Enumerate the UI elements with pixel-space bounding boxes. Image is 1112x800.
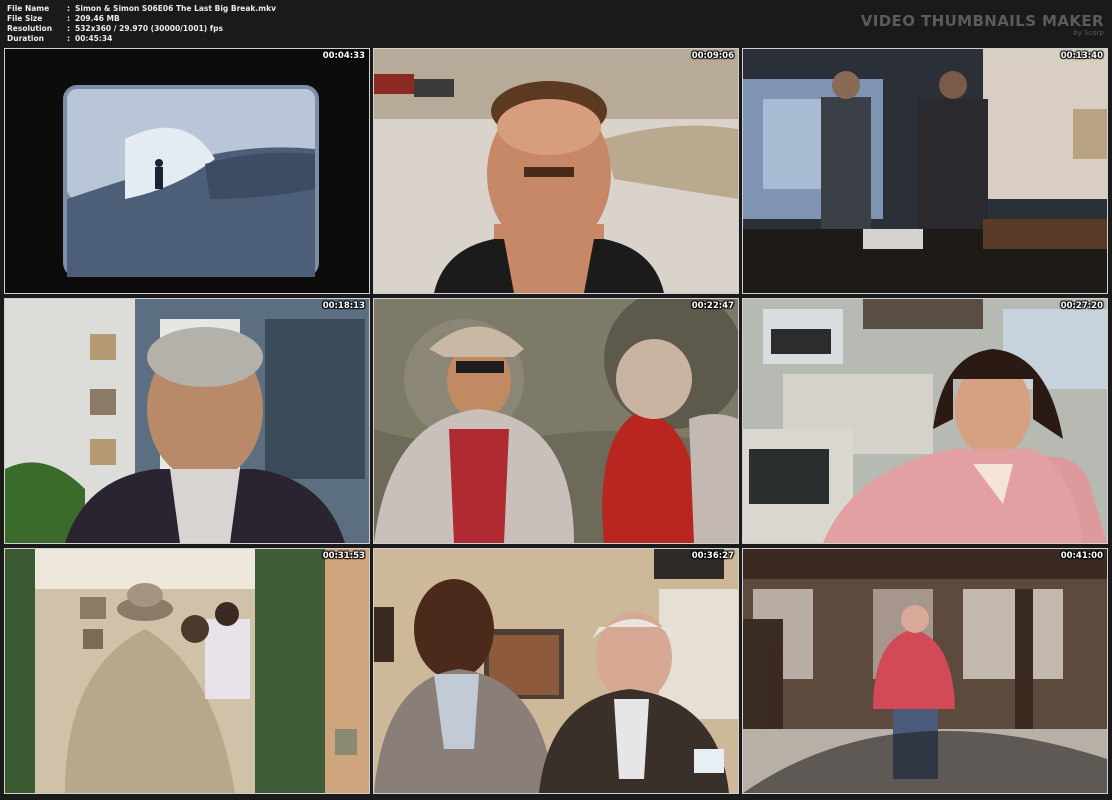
file-name-key: File Name xyxy=(7,4,50,13)
brand-title: VIDEO THUMBNAILS MAKER xyxy=(860,12,1104,30)
thumbnail-2-image xyxy=(374,49,738,293)
thumbnail-7-timestamp: 00:31:53 xyxy=(322,551,365,561)
thumbnail-sheet: File Name: Simon & Simon S06E06 The Last … xyxy=(0,0,1112,800)
thumbnail-7-image xyxy=(5,549,369,793)
thumbnail-9[interactable]: 00:41:00 xyxy=(742,548,1108,794)
thumbnail-6[interactable]: 00:27:20 xyxy=(742,298,1108,544)
thumbnail-2-timestamp: 00:09:06 xyxy=(691,51,734,61)
thumbnail-8-image xyxy=(374,549,738,793)
thumbnail-9-timestamp: 00:41:00 xyxy=(1060,551,1103,561)
thumbnail-4-image xyxy=(5,299,369,543)
file-name-separator: : xyxy=(67,4,70,13)
thumbnail-1-image xyxy=(5,49,369,293)
file-size-key: File Size xyxy=(7,14,43,23)
duration-row: Duration:00:45:34 xyxy=(7,34,112,44)
file-name-value: Simon & Simon S06E06 The Last Big Break.… xyxy=(75,4,276,13)
thumbnail-8-timestamp: 00:36:27 xyxy=(691,551,734,561)
brand-logo: VIDEO THUMBNAILS MAKER by Scorp xyxy=(861,13,1104,37)
thumbnail-3-timestamp: 00:13:40 xyxy=(1060,51,1103,61)
resolution-separator: : xyxy=(67,24,70,33)
duration-separator: : xyxy=(67,34,70,43)
brand-subtitle: by Scorp xyxy=(1073,29,1104,37)
file-size-row: File Size:209.46 MB xyxy=(7,14,120,24)
thumbnail-5-image xyxy=(374,299,738,543)
thumbnail-6-timestamp: 00:27:20 xyxy=(1060,301,1103,311)
thumbnail-8[interactable]: 00:36:27 xyxy=(373,548,739,794)
info-header: File Name: Simon & Simon S06E06 The Last … xyxy=(0,0,1112,46)
duration-key: Duration xyxy=(7,34,44,43)
resolution-value: 532x360 / 29.970 (30000/1001) fps xyxy=(75,24,223,33)
thumbnail-4-timestamp: 00:18:13 xyxy=(322,301,365,311)
thumbnail-1-timestamp: 00:04:33 xyxy=(322,51,365,61)
thumbnail-4[interactable]: 00:18:13 xyxy=(4,298,370,544)
duration-value: 00:45:34 xyxy=(75,34,113,43)
thumbnail-6-image xyxy=(743,299,1107,543)
thumbnail-1[interactable]: 00:04:33 xyxy=(4,48,370,294)
thumbnail-2[interactable]: 00:09:06 xyxy=(373,48,739,294)
thumbnail-5[interactable]: 00:22:47 xyxy=(373,298,739,544)
thumbnail-7[interactable]: 00:31:53 xyxy=(4,548,370,794)
resolution-row: Resolution:532x360 / 29.970 (30000/1001)… xyxy=(7,24,223,34)
thumbnail-3-image xyxy=(743,49,1107,293)
thumbnail-9-image xyxy=(743,549,1107,793)
thumbnail-5-timestamp: 00:22:47 xyxy=(691,301,734,311)
file-size-separator: : xyxy=(67,14,70,23)
file-name-row: File Name: Simon & Simon S06E06 The Last … xyxy=(7,4,276,14)
file-size-value: 209.46 MB xyxy=(75,14,120,23)
thumbnail-3[interactable]: 00:13:40 xyxy=(742,48,1108,294)
resolution-key: Resolution xyxy=(7,24,53,33)
